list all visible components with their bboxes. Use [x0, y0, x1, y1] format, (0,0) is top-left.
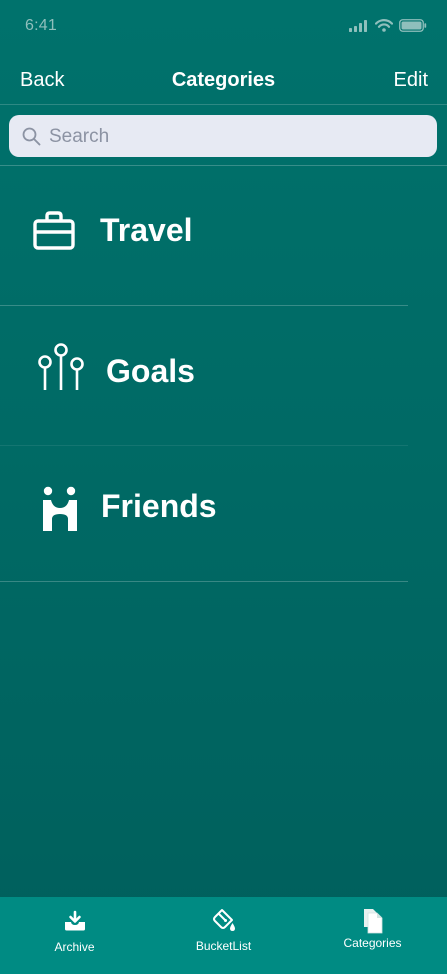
- category-row-travel[interactable]: Travel: [0, 166, 408, 306]
- edit-button[interactable]: Edit: [394, 69, 428, 92]
- category-row-goals[interactable]: Goals: [0, 306, 408, 446]
- tab-bucketlist[interactable]: BucketList: [149, 897, 298, 974]
- tab-label: Archive: [54, 940, 95, 954]
- page-title: Categories: [171, 69, 276, 91]
- tab-bar: Archive BucketList Categories: [0, 897, 447, 974]
- category-row-friends[interactable]: Friends: [0, 446, 408, 582]
- status-time: 6:41: [25, 17, 57, 34]
- battery-icon: [399, 19, 427, 32]
- search-bar: [0, 105, 447, 166]
- category-label: Goals: [106, 353, 195, 389]
- navigation-bar: Back Categories Edit: [0, 54, 447, 105]
- search-field[interactable]: [9, 115, 437, 159]
- paint-bucket-icon: [212, 909, 235, 931]
- category-label: Travel: [100, 212, 193, 248]
- pins-icon: [38, 343, 84, 390]
- search-input[interactable]: [47, 115, 431, 159]
- tab-archive[interactable]: Archive: [0, 897, 149, 974]
- tab-label: BucketList: [195, 939, 252, 953]
- wifi-icon: [375, 19, 393, 32]
- tab-categories[interactable]: Categories: [298, 897, 447, 974]
- status-icons: [349, 19, 427, 32]
- search-icon: [22, 127, 41, 146]
- tab-label: Categories: [343, 936, 402, 950]
- status-bar: 6:41: [0, 0, 447, 54]
- category-label: Friends: [101, 488, 217, 524]
- archive-download-icon: [64, 910, 85, 931]
- copy-documents-icon: [363, 909, 382, 934]
- cellular-signal-icon: [349, 19, 367, 32]
- friends-icon: [43, 486, 77, 531]
- briefcase-icon: [33, 211, 75, 250]
